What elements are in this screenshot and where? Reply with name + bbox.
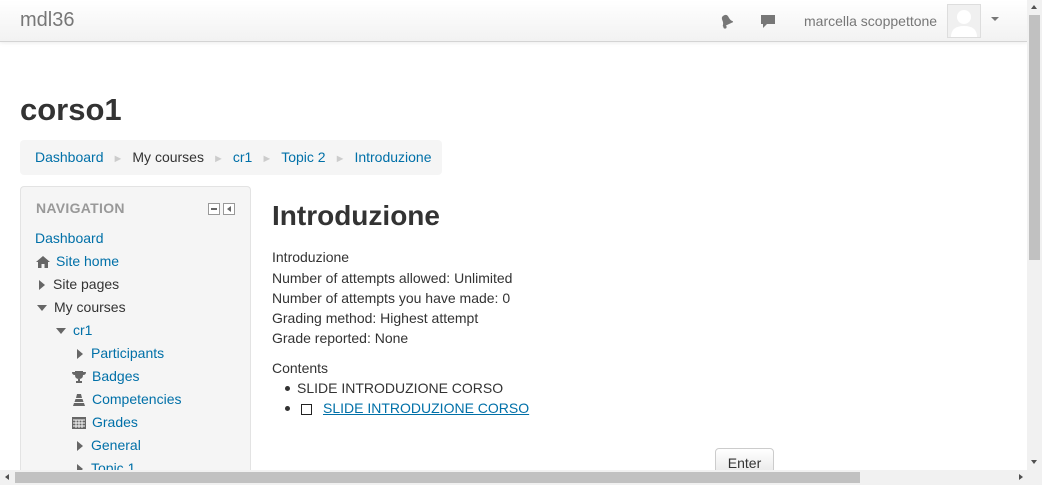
grading-method: Grading method: Highest attempt [272,310,479,326]
expand-arrow-icon [77,349,83,360]
breadcrumb-separator-icon: ► [212,153,224,165]
collapse-arrow-icon [56,328,66,335]
nav-item-site-home[interactable]: Site home [35,253,119,269]
nav-item-label: Grades [92,414,138,430]
contents-heading: Contents [272,360,329,376]
notification-bell-icon[interactable] [717,12,735,30]
nav-item-badges[interactable]: Badges [71,368,139,384]
avatar-icon[interactable] [947,4,981,38]
breadcrumb-my-courses: My courses [132,149,204,165]
expand-arrow-icon [39,280,45,291]
minimize-block-icon[interactable] [208,203,220,215]
nav-item-label: General [91,437,141,453]
nav-item-label: Dashboard [35,230,104,246]
top-navbar: mdl36 marcella scoppettone [0,0,1027,42]
nav-item-label: Site home [56,253,120,269]
nav-item-my-courses[interactable]: My courses [37,299,126,315]
scroll-right-arrow-icon[interactable] [1019,474,1023,480]
breadcrumb-separator-icon: ► [261,153,273,165]
nav-item-site-pages[interactable]: Site pages [39,276,119,292]
nav-item-general[interactable]: General [77,437,141,453]
scroll-up-arrow-icon[interactable] [1031,5,1037,9]
nav-item-cr1[interactable]: cr1 [56,322,92,338]
nav-item-label: Badges [92,368,140,384]
collapse-arrow-icon [37,305,47,312]
scroll-left-arrow-icon[interactable] [5,474,9,480]
site-brand[interactable]: mdl36 [20,9,74,32]
home-icon [35,255,51,269]
list-bullet [285,406,290,411]
nav-item-label: Competencies [92,391,182,407]
attempts-made: Number of attempts you have made: 0 [272,290,511,306]
content-item-title: SLIDE INTRODUZIONE CORSO [297,380,504,396]
breadcrumb-separator-icon: ► [112,153,124,165]
nav-item-participants[interactable]: Participants [77,345,164,361]
breadcrumb-dashboard[interactable]: Dashboard [35,149,104,165]
grade-reported: Grade reported: None [272,330,409,346]
not-attempted-checkbox-icon [301,404,312,415]
page-title: corso1 [20,92,122,127]
breadcrumb-separator-icon: ► [334,153,346,165]
nav-item-grades[interactable]: Grades [71,414,138,430]
nav-item-label: Site pages [53,276,120,292]
nav-item-label: cr1 [73,322,93,338]
grades-table-icon [71,416,87,430]
horizontal-scrollbar[interactable] [0,470,1042,485]
nav-item-label: Participants [91,345,165,361]
nav-item-competencies[interactable]: Competencies [71,391,182,407]
breadcrumb-introduzione[interactable]: Introduzione [354,149,431,165]
horizontal-scroll-thumb[interactable] [15,472,860,483]
user-menu-caret-icon[interactable] [991,17,999,21]
navigation-block: NAVIGATION Dashboard Site home Site page… [20,186,251,485]
breadcrumb: Dashboard ► My courses ► cr1 ► Topic 2 ► Introdu… [20,140,442,175]
message-icon[interactable] [759,12,777,30]
breadcrumb-cr1[interactable]: cr1 [233,149,252,165]
list-bullet [285,386,290,391]
nav-item-dashboard[interactable]: Dashboard [35,230,104,246]
content-item-link[interactable]: SLIDE INTRODUZIONE CORSO [323,400,529,416]
breadcrumb-topic-2[interactable]: Topic 2 [281,149,325,165]
vertical-scroll-thumb[interactable] [1029,15,1040,260]
activity-title: Introduzione [272,200,440,231]
vertical-scrollbar[interactable] [1027,0,1042,470]
competencies-icon [71,393,87,407]
scroll-down-arrow-icon[interactable] [1031,460,1037,464]
nav-item-label: My courses [54,299,126,315]
activity-description: Introduzione [272,249,350,265]
dock-block-icon[interactable] [223,203,235,215]
attempts-allowed: Number of attempts allowed: Unlimited [272,270,513,286]
navigation-block-title: NAVIGATION [36,200,125,216]
trophy-icon [71,370,87,384]
user-name[interactable]: marcella scoppettone [804,13,937,29]
expand-arrow-icon [77,441,83,452]
